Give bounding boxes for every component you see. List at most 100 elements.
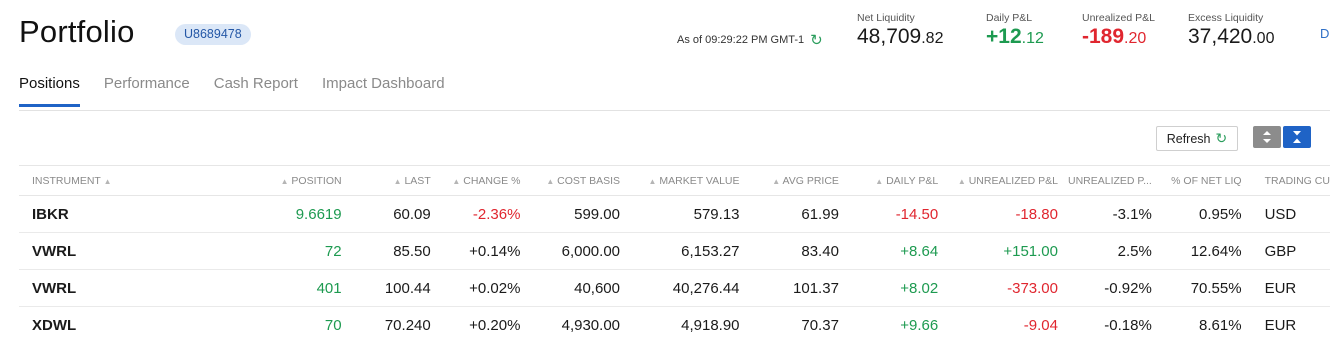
cell-change-pct: +0.20%	[440, 306, 531, 337]
cell-unrealized-pnl: -18.80	[948, 195, 1068, 233]
cell-unrealized-pnl: -373.00	[948, 269, 1068, 307]
cell-unrealized-pct: -3.1%	[1067, 195, 1162, 233]
sort-arrow-icon: ▲	[957, 176, 966, 186]
cell-unrealized-pct: -0.92%	[1067, 269, 1162, 307]
collapse-button[interactable]	[1253, 126, 1281, 148]
cell-cost-basis: 40,600	[530, 269, 630, 307]
cell-market-value: 6,153.27	[630, 232, 750, 270]
tab-bar: Positions Performance Cash Report Impact…	[19, 75, 445, 107]
column-header-label: POSITION	[291, 174, 342, 187]
cell-change-pct: +0.14%	[440, 232, 531, 270]
sort-arrow-icon: ▲	[280, 176, 289, 186]
cell-cost-basis: 599.00	[530, 195, 630, 233]
refresh-icon[interactable]: ↻	[810, 33, 823, 48]
metric-label: Excess Liquidity	[1188, 12, 1264, 24]
column-header[interactable]: ▲ CHANGE %	[440, 165, 531, 196]
column-header-label: COST BASIS	[557, 174, 620, 187]
sort-arrow-icon: ▲	[393, 176, 402, 186]
cell-trading-currency: USD	[1251, 195, 1330, 233]
metric-value-dec: .82	[921, 30, 944, 47]
column-header-label: UNREALIZED P...	[1067, 174, 1152, 187]
collapse-icon	[1263, 131, 1271, 143]
table-row[interactable]: VWRL 72 85.50 +0.14% 6,000.00 6,153.27 8…	[19, 232, 1330, 270]
metric-label: Daily P&L	[986, 12, 1033, 24]
metric-value-dec: .20	[1124, 30, 1147, 47]
cell-pct-net-liq: 12.64%	[1161, 232, 1252, 270]
metric-label: Net Liquidity	[857, 12, 915, 24]
column-header-label: DAILY P&L	[886, 174, 939, 187]
table-row[interactable]: IBKR 9.6619 60.09 -2.36% 599.00 579.13 6…	[19, 195, 1330, 233]
metric-excess-liquidity: Excess Liquidity 37,420.00	[1188, 12, 1274, 49]
cell-position: 70	[196, 306, 352, 337]
cell-change-pct: +0.02%	[440, 269, 531, 307]
as-of-text: As of 09:29:22 PM GMT-1	[677, 34, 805, 46]
sort-arrow-icon: ▲	[772, 176, 781, 186]
metric-value: 37,420.00	[1188, 25, 1274, 49]
expand-button[interactable]	[1283, 126, 1311, 148]
column-header[interactable]: INSTRUMENT ▲	[19, 165, 197, 196]
metric-value-dec: .12	[1021, 30, 1044, 47]
cell-instrument[interactable]: VWRL	[19, 269, 197, 307]
cell-position: 401	[196, 269, 352, 307]
account-badge[interactable]: U8689478	[175, 24, 251, 45]
cell-market-value: 4,918.90	[630, 306, 750, 337]
cell-unrealized-pct: -0.18%	[1067, 306, 1162, 337]
cell-position: 9.6619	[196, 195, 352, 233]
column-header[interactable]: ▲ DAILY P&L	[848, 165, 949, 196]
column-header-label: INSTRUMENT	[32, 174, 101, 187]
cell-cost-basis: 6,000.00	[530, 232, 630, 270]
cell-trading-currency: EUR	[1251, 269, 1330, 307]
column-header[interactable]: TRADING CU	[1251, 165, 1330, 196]
cell-unrealized-pnl: -9.04	[948, 306, 1068, 337]
cell-last: 60.09	[351, 195, 441, 233]
column-header-label: LAST	[404, 174, 431, 187]
metric-daily-pnl: Daily P&L +12.12	[986, 12, 1044, 49]
cell-trading-currency: GBP	[1251, 232, 1330, 270]
column-header[interactable]: ▲ POSITION	[196, 165, 352, 196]
sort-arrow-icon: ▲	[875, 176, 884, 186]
sort-arrow-icon: ▲	[648, 176, 657, 186]
cell-instrument[interactable]: VWRL	[19, 232, 197, 270]
tab-impact-dashboard[interactable]: Impact Dashboard	[322, 75, 445, 107]
truncated-header-link[interactable]: D	[1320, 26, 1329, 41]
column-header[interactable]: ▲ UNREALIZED P&L	[948, 165, 1068, 196]
metric-value-int: 48,709	[857, 25, 922, 48]
cell-daily-pnl: -14.50	[848, 195, 949, 233]
column-header[interactable]: % OF NET LIQ	[1161, 165, 1252, 196]
tabs-divider	[19, 110, 1330, 111]
cell-avg-price: 101.37	[749, 269, 849, 307]
column-header[interactable]: ▲ LAST	[351, 165, 441, 196]
cell-pct-net-liq: 70.55%	[1161, 269, 1252, 307]
column-header-label: % OF NET LIQ	[1171, 174, 1242, 187]
tab-cash-report[interactable]: Cash Report	[214, 75, 298, 107]
cell-pct-net-liq: 8.61%	[1161, 306, 1252, 337]
cell-instrument[interactable]: XDWL	[19, 306, 197, 337]
column-header-label: AVG PRICE	[782, 174, 839, 187]
tab-positions[interactable]: Positions	[19, 75, 80, 107]
cell-last: 100.44	[351, 269, 441, 307]
refresh-button[interactable]: Refresh ↻	[1156, 126, 1238, 151]
as-of-timestamp: As of 09:29:22 PM GMT-1 ↻	[677, 33, 823, 48]
cell-avg-price: 70.37	[749, 306, 849, 337]
cell-pct-net-liq: 0.95%	[1161, 195, 1252, 233]
cell-daily-pnl: +8.02	[848, 269, 949, 307]
cell-last: 85.50	[351, 232, 441, 270]
tab-performance[interactable]: Performance	[104, 75, 190, 107]
cell-trading-currency: EUR	[1251, 306, 1330, 337]
cell-avg-price: 61.99	[749, 195, 849, 233]
cell-position: 72	[196, 232, 352, 270]
column-header[interactable]: ▲ COST BASIS	[530, 165, 630, 196]
metric-unrealized-pnl: Unrealized P&L -189.20	[1082, 12, 1155, 49]
column-header-label: CHANGE %	[463, 174, 521, 187]
table-row[interactable]: XDWL 70 70.240 +0.20% 4,930.00 4,918.90 …	[19, 306, 1330, 337]
metric-value: +12.12	[986, 25, 1044, 49]
metric-label: Unrealized P&L	[1082, 12, 1155, 24]
column-header[interactable]: ▲ AVG PRICE	[749, 165, 849, 196]
cell-instrument[interactable]: IBKR	[19, 195, 197, 233]
cell-daily-pnl: +9.66	[848, 306, 949, 337]
metric-value-int: +12	[986, 25, 1022, 48]
column-header[interactable]: ▲ MARKET VALUE	[630, 165, 750, 196]
table-row[interactable]: VWRL 401 100.44 +0.02% 40,600 40,276.44 …	[19, 269, 1330, 307]
cell-unrealized-pct: 2.5%	[1067, 232, 1162, 270]
column-header[interactable]: UNREALIZED P...	[1067, 165, 1162, 196]
